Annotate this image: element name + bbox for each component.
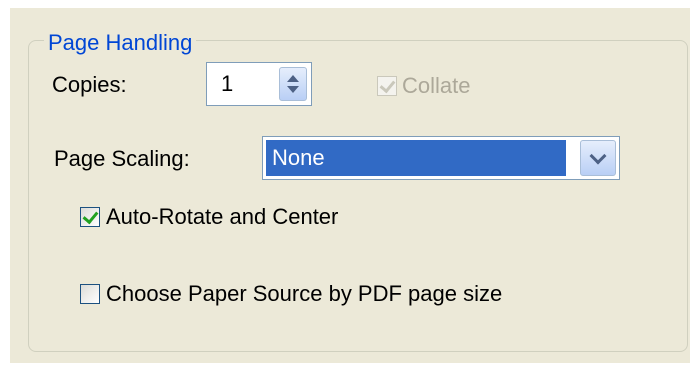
chevron-down-icon[interactable] (589, 147, 607, 165)
collate-checkbox[interactable] (377, 76, 397, 96)
spinner-button[interactable] (279, 67, 307, 101)
page-scaling-value[interactable]: None (266, 140, 566, 176)
group-title: Page Handling (44, 30, 197, 56)
checkmark-icon (379, 76, 396, 94)
dropdown-button[interactable] (580, 140, 616, 176)
copies-label: Copies: (52, 72, 127, 97)
page-scaling-select[interactable]: None (262, 136, 620, 180)
copies-input[interactable]: 1 (221, 71, 233, 97)
copies-spinner[interactable]: 1 (206, 62, 312, 106)
paper-source-checkbox[interactable] (80, 284, 100, 304)
page-scaling-label: Page Scaling: (54, 146, 190, 171)
auto-rotate-label[interactable]: Auto-Rotate and Center (106, 204, 338, 230)
page-handling-panel: Page Handling Copies: 1 Collate Page Sca… (10, 8, 690, 363)
arrow-down-icon[interactable] (287, 86, 299, 93)
arrow-up-icon[interactable] (287, 75, 299, 82)
auto-rotate-checkbox[interactable] (80, 207, 100, 227)
paper-source-label[interactable]: Choose Paper Source by PDF page size (106, 281, 502, 307)
checkmark-icon (82, 207, 99, 225)
collate-label: Collate (402, 73, 471, 98)
